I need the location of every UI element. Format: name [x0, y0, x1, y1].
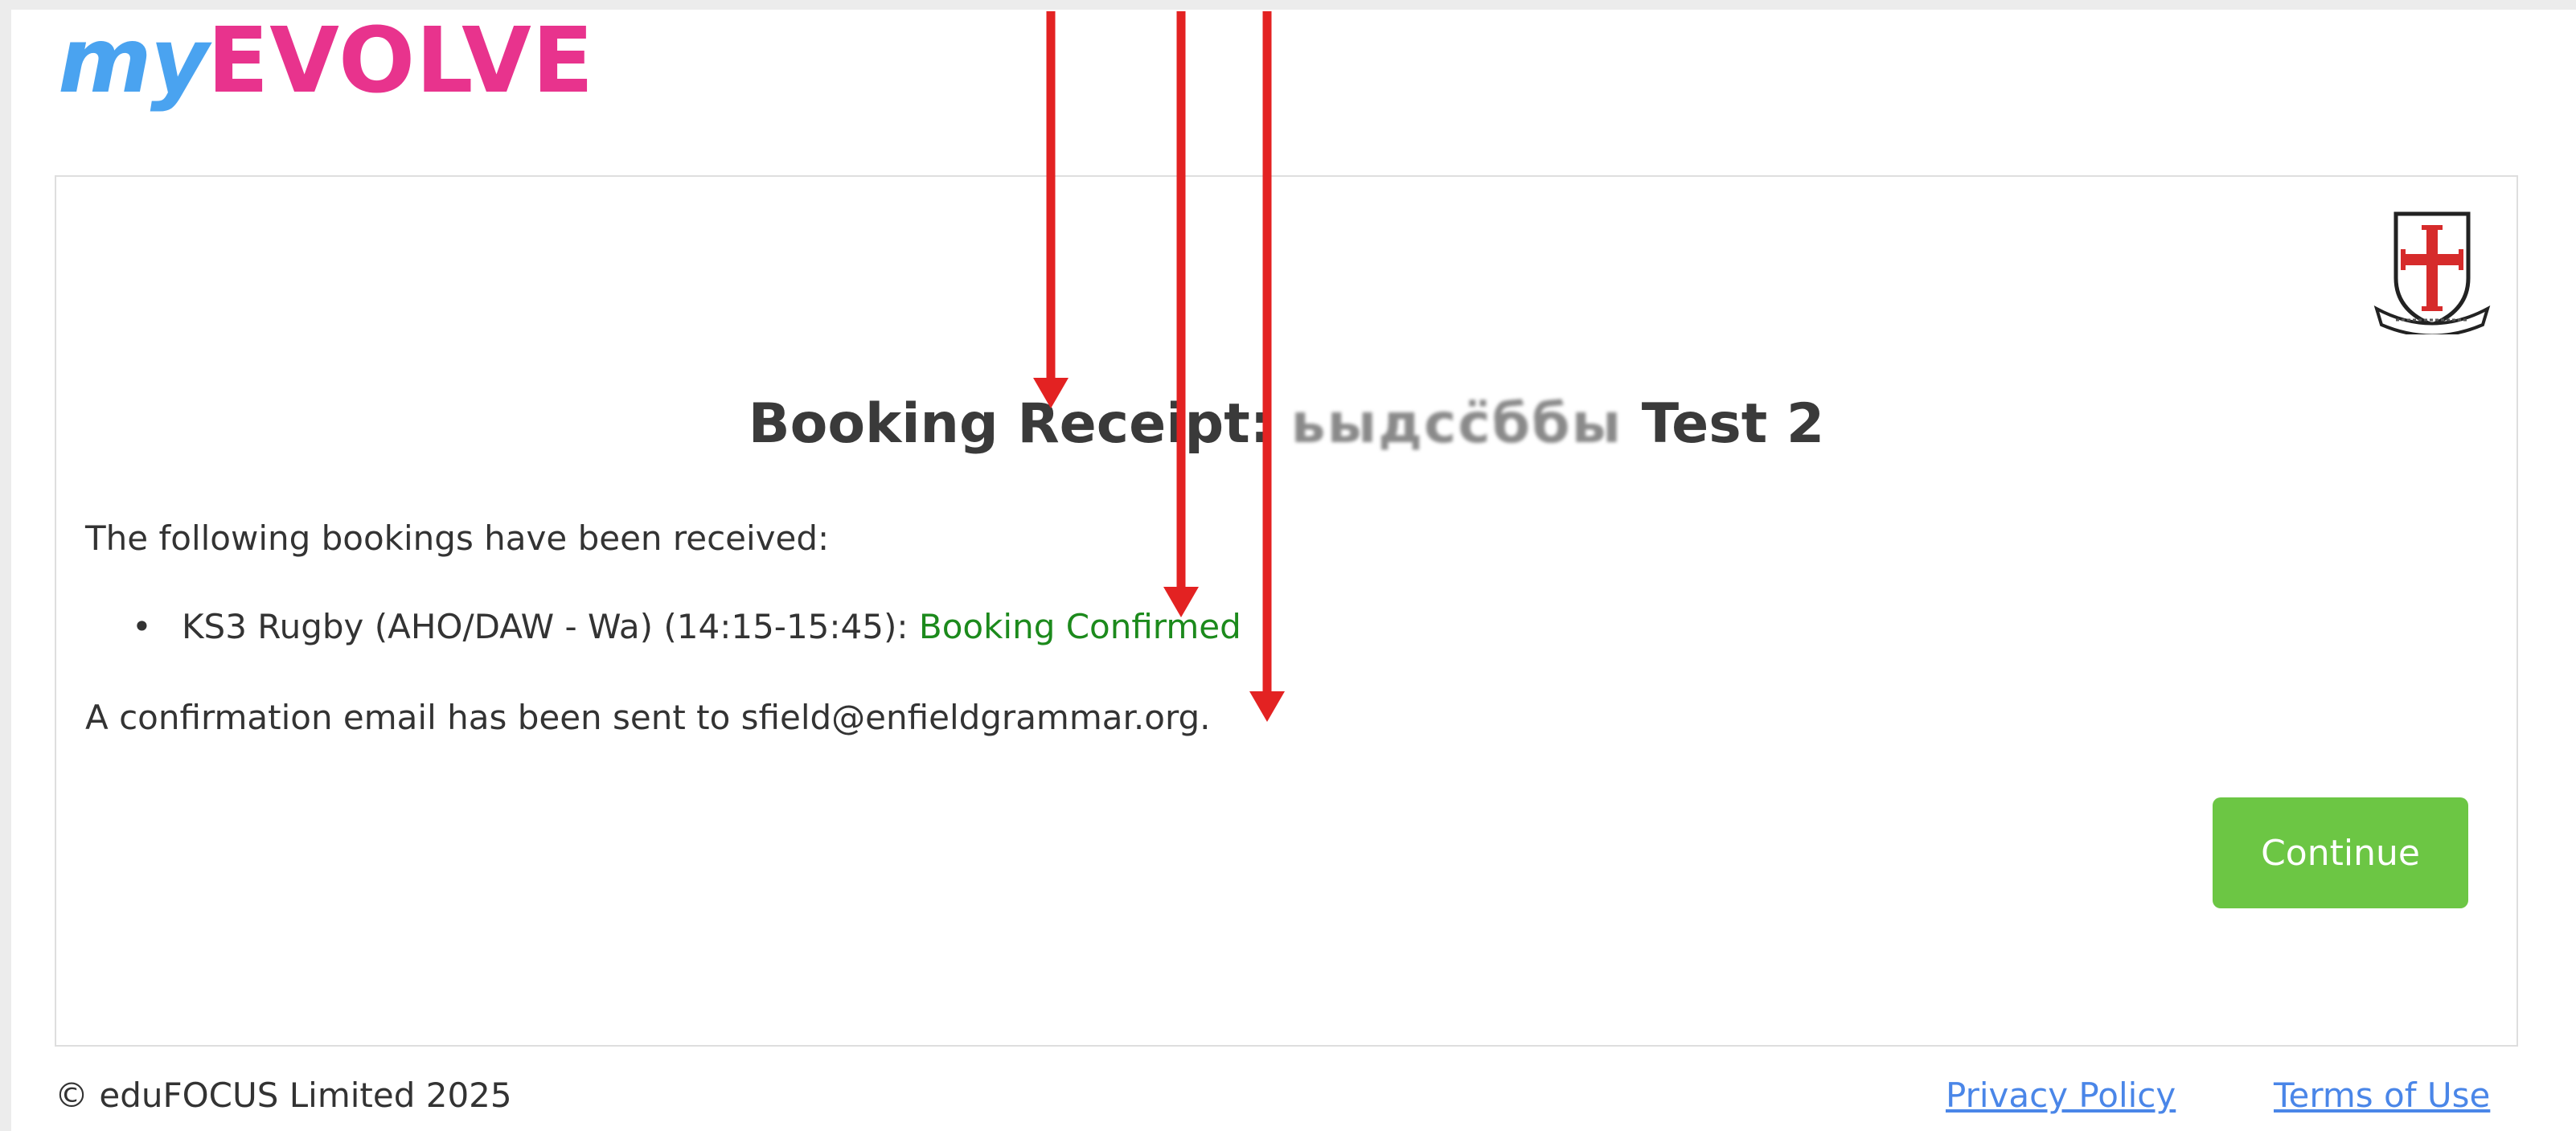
footer-copyright: © eduFOCUS Limited 2025 — [55, 1076, 512, 1115]
page: myEVOLVE Booking Receipt: ьыдсс̈ббы Test… — [0, 0, 2576, 1131]
bullet-icon: • — [132, 607, 152, 646]
list-item: • KS3 Rugby (AHO/DAW - Wa) (14:15-15:45)… — [85, 607, 1241, 646]
booking-activity: KS3 Rugby (AHO/DAW - Wa) (14:15-15:45): — [182, 607, 909, 646]
logo-my-text: my — [58, 9, 209, 113]
privacy-policy-link[interactable]: Privacy Policy — [1946, 1076, 2176, 1115]
continue-button[interactable]: Continue — [2213, 797, 2468, 908]
bookings-intro: The following bookings have been receive… — [85, 518, 830, 558]
page-title: Booking Receipt: ьыдсс̈ббы Test 2 — [56, 392, 2517, 456]
terms-of-use-link[interactable]: Terms of Use — [2274, 1076, 2490, 1115]
myevolve-logo[interactable]: myEVOLVE — [58, 5, 594, 117]
window-edge-left — [0, 0, 11, 1131]
title-prefix: Booking Receipt: — [748, 392, 1272, 456]
booking-receipt-card: Booking Receipt: ьыдсс̈ббы Test 2 The fo… — [55, 175, 2518, 1047]
confirmation-email-note: A confirmation email has been sent to sf… — [85, 698, 1211, 737]
booking-status: Booking Confirmed — [918, 607, 1241, 646]
logo-evolve-text: EVOLVE — [207, 9, 595, 113]
bookings-list: • KS3 Rugby (AHO/DAW - Wa) (14:15-15:45)… — [85, 607, 1241, 646]
title-obscured-name: ьыдсс̈ббы — [1290, 392, 1623, 456]
school-crest-icon — [2372, 206, 2492, 338]
title-suffix: Test 2 — [1641, 392, 1825, 456]
